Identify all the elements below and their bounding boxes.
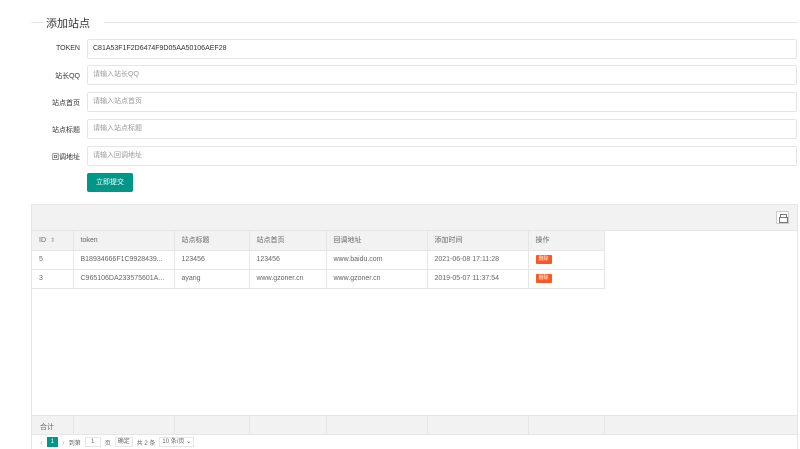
goto-confirm-button[interactable]: 确定 xyxy=(114,437,133,447)
header-callback: 回调地址 xyxy=(326,231,428,251)
goto-page-input[interactable]: 1 xyxy=(84,437,101,447)
token-field[interactable]: C81A53F1F2D6474F9D05AA50106AEF28 xyxy=(87,39,797,59)
total-label: 合计 xyxy=(40,424,54,431)
chevron-down-icon: ⌄ xyxy=(186,439,192,445)
cell-title: ayang xyxy=(174,269,250,289)
qq-label: 站长QQ xyxy=(55,73,80,80)
cell-token: B18934666F1C9928439... xyxy=(73,250,175,270)
sort-icon[interactable]: ⇕ xyxy=(50,237,55,244)
prev-page-icon[interactable]: ‹ xyxy=(40,438,43,447)
divider xyxy=(604,416,605,434)
cell-op: 删除 xyxy=(528,250,605,270)
cell-title: 123456 xyxy=(174,250,250,270)
delete-button[interactable]: 删除 xyxy=(535,274,552,283)
callback-label: 回调地址 xyxy=(52,154,80,161)
submit-button[interactable]: 立即提交 xyxy=(87,173,133,192)
table-header-row: ID ⇕ token 站点标题 站点首页 回调地址 添加时间 操作 xyxy=(32,231,605,251)
header-op: 操作 xyxy=(528,231,605,251)
table-row: 3 C965106DA233575601A... ayang www.gzone… xyxy=(32,269,605,289)
cell-id: 5 xyxy=(32,250,74,270)
table-row: 5 B18934666F1C9928439... 123456 123456 w… xyxy=(32,250,605,270)
cell-time: 2019-05-07 11:37:54 xyxy=(427,269,529,289)
title-label: 站点标题 xyxy=(52,127,80,134)
home-label: 站点首页 xyxy=(52,100,80,107)
cell-token: C965106DA233575601A... xyxy=(73,269,175,289)
print-icon[interactable] xyxy=(776,211,789,224)
title-field[interactable]: 请输入站点标题 xyxy=(87,119,797,139)
divider xyxy=(73,416,74,434)
goto-prefix: 到第 xyxy=(68,440,81,447)
total-row: 合计 xyxy=(32,415,797,435)
qq-field[interactable]: 请输入站长QQ xyxy=(87,65,797,85)
sites-table: ID ⇕ token 站点标题 站点首页 回调地址 添加时间 操作 5 B1893… xyxy=(32,231,605,289)
header-title: 站点标题 xyxy=(174,231,250,251)
cell-callback: www.gzoner.cn xyxy=(326,269,428,289)
form-row-title: 站点标题 请输入站点标题 xyxy=(0,119,800,139)
legend-line-left xyxy=(31,22,43,23)
form-row-token: TOKEN C81A53F1F2D6474F9D05AA50106AEF28 xyxy=(0,39,800,59)
form-row-home: 站点首页 请输入站点首页 xyxy=(0,92,800,112)
cell-id: 3 xyxy=(32,269,74,289)
form-title: 添加站点 xyxy=(46,18,90,30)
divider xyxy=(249,416,250,434)
header-id-label: ID xyxy=(39,236,46,244)
cell-home: 123456 xyxy=(249,250,327,270)
token-label: TOKEN xyxy=(56,45,80,52)
divider xyxy=(427,416,428,434)
header-time: 添加时间 xyxy=(427,231,529,251)
form-row-qq: 站长QQ 请输入站长QQ xyxy=(0,65,800,85)
header-id[interactable]: ID ⇕ xyxy=(32,231,74,251)
header-token: token xyxy=(73,231,175,251)
divider xyxy=(528,416,529,434)
data-table: ID ⇕ token 站点标题 站点首页 回调地址 添加时间 操作 5 B1893… xyxy=(31,204,798,449)
legend-line-right xyxy=(104,22,798,23)
callback-field[interactable]: 请输入回调地址 xyxy=(87,146,797,166)
page-size-label: 10 条/页 xyxy=(162,439,185,445)
cell-callback: www.baidu.com xyxy=(326,250,428,270)
page-size-select[interactable]: 10 条/页 ⌄ xyxy=(159,437,195,447)
cell-time: 2021-06-08 17:11:28 xyxy=(427,250,529,270)
cell-home: www.gzoner.cn xyxy=(249,269,327,289)
header-home: 站点首页 xyxy=(249,231,327,251)
next-page-icon[interactable]: › xyxy=(62,438,65,447)
total-count: 共 2 条 xyxy=(136,440,156,447)
divider xyxy=(326,416,327,434)
current-page[interactable]: 1 xyxy=(46,437,59,447)
divider xyxy=(174,416,175,434)
delete-button[interactable]: 删除 xyxy=(535,255,552,264)
cell-op: 删除 xyxy=(528,269,605,289)
form-row-callback: 回调地址 请输入回调地址 xyxy=(0,146,800,166)
goto-suffix: 页 xyxy=(104,440,111,447)
pagination: ‹ 1 › 到第 1 页 确定 共 2 条 10 条/页 ⌄ xyxy=(40,435,195,449)
table-toolbar xyxy=(32,205,797,231)
home-field[interactable]: 请输入站点首页 xyxy=(87,92,797,112)
